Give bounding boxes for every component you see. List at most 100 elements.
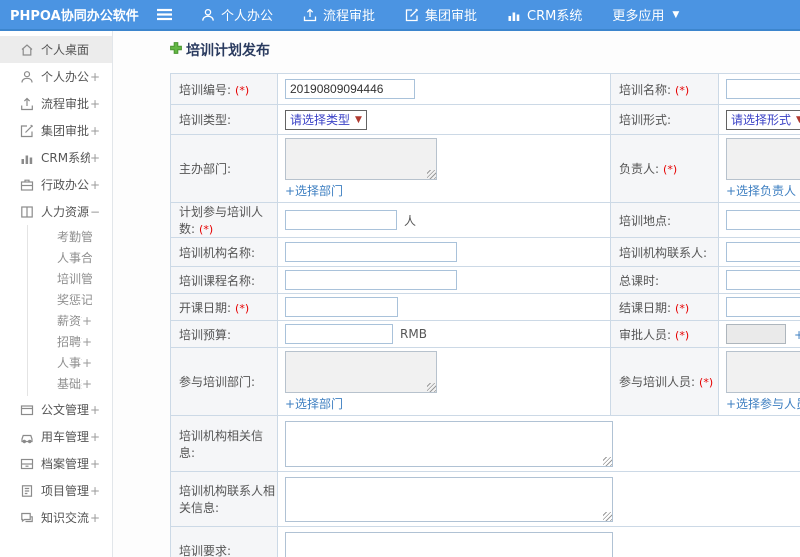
total-hours-input[interactable] [726,270,800,290]
field-label: 培训机构相关信息: [170,415,278,472]
hamburger-menu-icon[interactable] [156,8,173,21]
training-requirements-textarea[interactable] [285,531,613,557]
expand-icon[interactable]: + [90,178,100,192]
nav-group-approval[interactable]: 集团审批 [405,5,477,24]
expand-icon[interactable]: + [90,403,100,417]
training-number-input[interactable] [285,79,415,99]
start-date-input[interactable] [285,297,398,317]
field-label: 培训名称: (*) [610,73,719,105]
sidebar-item-label: 流程审批 [41,97,90,111]
sidebar-item-label: 用车管理 [41,430,90,444]
training-location-input[interactable] [726,210,800,230]
expand-icon[interactable]: + [90,484,100,498]
sidebar-item-personal-office[interactable]: 个人办公 + [0,63,112,90]
expand-icon[interactable]: + [90,97,100,111]
app-logo: PHPOA协同办公软件 [10,9,139,24]
nav-crm-system[interactable]: CRM系统 [507,5,582,24]
select-person-in-charge-link[interactable]: +选择负责人 [726,182,796,199]
training-name-input[interactable] [726,79,800,99]
sidebar-item-knowledge[interactable]: 知识交流 + [0,504,112,531]
required-marker: (*) [675,328,690,342]
training-form-select[interactable]: 请选择形式 ▼ [726,109,800,130]
sidebar-item-archive[interactable]: 档案管理 + [0,450,112,477]
sidebar-item-label: 集团审批 [41,124,90,138]
select-approver-link[interactable]: +选择审批人员 [794,326,800,343]
planned-participants-input[interactable] [285,210,397,230]
select-participating-personnel-link[interactable]: +选择参与人员 [726,395,800,412]
nav-label: 个人办公 [221,9,274,24]
expand-icon[interactable]: + [90,70,100,84]
sidebar-item-salary[interactable]: 薪资管理 + [28,310,112,331]
sidebar-item-official-doc[interactable]: 公文管理 + [0,396,112,423]
car-icon [19,429,34,444]
required-marker: (*) [675,83,690,97]
field-label: 负责人: (*) [610,134,719,203]
select-value: 请选择类型 [290,113,351,127]
expand-icon[interactable]: + [82,335,92,349]
select-participating-departments-link[interactable]: +选择部门 [285,395,343,412]
page-title: 培训计划发布 [170,40,800,60]
host-department-textarea[interactable] [285,138,437,180]
field-label: 开课日期: (*) [170,293,278,321]
training-org-contact-input[interactable] [726,242,800,262]
currency-suffix: RMB [400,327,427,341]
form-table: 培训编号:(*) 培训名称:(*) 培训类型: 请选择类型 ▼ 培训形式: [170,73,800,557]
nav-label: CRM系统 [527,9,583,24]
chat-icon [19,510,34,525]
required-marker: (*) [199,223,214,236]
select-department-link[interactable]: +选择部门 [285,182,343,199]
sidebar-item-vehicle[interactable]: 用车管理 + [0,423,112,450]
sidebar-item-reward-record[interactable]: 奖惩记录 [28,289,112,310]
expand-icon[interactable]: + [90,124,100,138]
org-contact-info-textarea[interactable] [285,476,613,522]
required-marker: (*) [675,301,690,315]
expand-icon[interactable]: + [82,314,92,328]
required-marker: (*) [663,163,678,176]
top-nav: 个人办公 流程审批 集团审批 CRM系统 更多应用 ▼ [201,5,679,24]
collapse-icon[interactable]: − [90,205,100,219]
user-icon [201,8,215,22]
sidebar-item-group-approval[interactable]: 集团审批 + [0,117,112,144]
sidebar-item-recruit[interactable]: 招聘管理 + [28,331,112,352]
expand-icon[interactable]: + [90,151,100,165]
training-type-select[interactable]: 请选择类型 ▼ [285,109,367,130]
expand-icon[interactable]: + [90,511,100,525]
training-course-name-input[interactable] [285,270,457,290]
expand-icon[interactable]: + [82,377,92,391]
end-date-input[interactable] [726,297,800,317]
nav-more-apps[interactable]: 更多应用 ▼ [612,5,679,24]
bar-chart-icon [19,150,34,165]
home-icon [19,42,34,57]
sidebar-item-attendance[interactable]: 考勤管理 [28,226,112,247]
field-label: 培训机构联系人: [610,237,719,267]
unit-suffix: 人 [404,213,417,228]
training-org-name-input[interactable] [285,242,457,262]
training-budget-input[interactable] [285,324,393,344]
sidebar-item-label: 项目管理 [41,484,90,498]
sidebar-item-base-category[interactable]: 基础类别设置 + [28,373,112,394]
org-info-textarea[interactable] [285,420,613,467]
participating-departments-textarea[interactable] [285,351,437,393]
field-label: 培训要求: [170,526,278,557]
sidebar-item-label: 个人办公 [41,70,90,84]
field-label: 参与培训人员: (*) [610,347,719,416]
sidebar-item-hr-manage[interactable]: 人事管理 + [28,352,112,373]
sidebar-item-flow-approval[interactable]: 流程审批 + [0,90,112,117]
sidebar-item-training[interactable]: 培训管理 [28,268,112,289]
sidebar-item-crm[interactable]: CRM系统 + [0,144,112,171]
sidebar-item-admin-office[interactable]: 行政办公 + [0,171,112,198]
nav-personal-office[interactable]: 个人办公 [201,5,273,24]
expand-icon[interactable]: + [82,356,92,370]
page-title-text: 培训计划发布 [186,43,270,59]
sidebar-item-hr[interactable]: 人力资源 − [0,198,112,225]
expand-icon[interactable]: + [90,457,100,471]
sidebar-item-personal-desktop[interactable]: 个人桌面 [0,36,112,63]
expand-icon[interactable]: + [90,430,100,444]
approver-input[interactable] [726,324,786,344]
sidebar-item-hr-contract[interactable]: 人事合同 [28,247,112,268]
participating-personnel-textarea[interactable] [726,351,800,393]
main-content: 培训计划发布 培训编号:(*) 培训名称:(*) 培训类型: 请选择类型 [113,31,800,557]
person-in-charge-textarea[interactable] [726,138,800,180]
sidebar-item-project[interactable]: 项目管理 + [0,477,112,504]
nav-flow-approval[interactable]: 流程审批 [303,5,375,24]
